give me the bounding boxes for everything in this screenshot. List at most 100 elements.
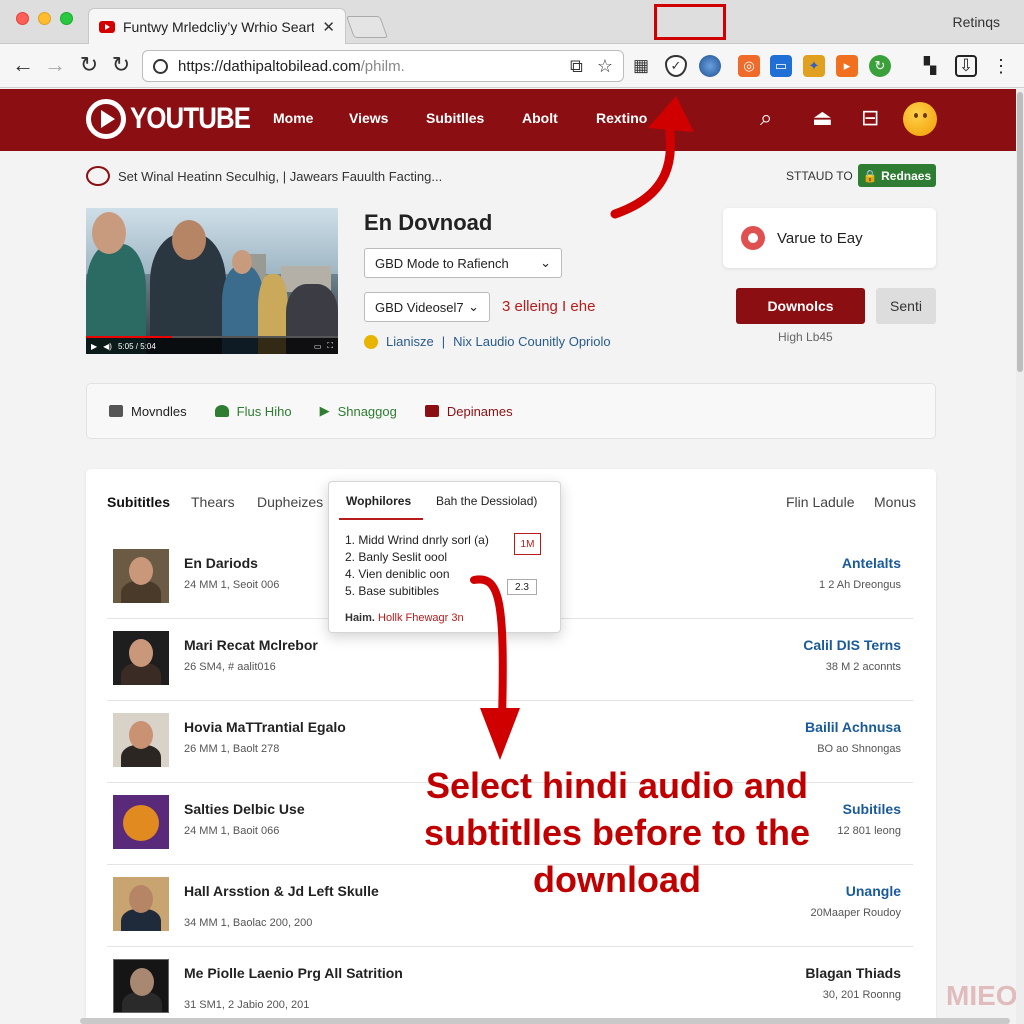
site-logo[interactable]: YOUTUBE	[86, 99, 270, 139]
stand-label: STTAUD TO	[786, 169, 853, 183]
thumbnail	[113, 631, 169, 685]
new-tab-button[interactable]	[345, 16, 389, 38]
tab-monus[interactable]: Monus	[874, 494, 916, 510]
popup-chip[interactable]: 2.3	[507, 579, 537, 595]
bookmark-star-icon[interactable]: ☆	[597, 56, 613, 77]
tag-icon	[424, 405, 439, 417]
nav-item-subtitles[interactable]: Subitlles	[426, 110, 484, 126]
forward-button[interactable]: →	[42, 52, 68, 78]
chat-extension-icon[interactable]: ▸	[836, 55, 858, 77]
volume-icon[interactable]: ◀)	[103, 342, 112, 351]
value-card[interactable]: Varue to Eay	[723, 208, 936, 268]
nav-item-views[interactable]: Views	[349, 110, 388, 126]
popup-tab-underline	[339, 518, 423, 520]
fullscreen-icon[interactable]: ⛶	[327, 341, 333, 351]
popup-item[interactable]: 2. Banly Seslit oool	[345, 550, 447, 564]
status-badge[interactable]: 🔒 Rednaes	[858, 164, 936, 187]
puzzle-icon[interactable]: ▚	[919, 55, 941, 77]
browser-titlebar: Funtwy Mrledcliy’y Wrhio Seart ✕ Retinqs	[0, 0, 1024, 44]
nav-item-rextino[interactable]: Rextino	[596, 110, 647, 126]
chevron-down-icon: ⌄	[468, 299, 479, 314]
menu-icon[interactable]: ⋮	[990, 55, 1012, 77]
tab-flin-ladule[interactable]: Flin Ladule	[786, 494, 855, 510]
annotation-text: Select hindi audio and subtitlles before…	[423, 765, 811, 900]
globe-extension-icon[interactable]	[699, 55, 721, 77]
nav-item-home[interactable]: Mome	[273, 110, 313, 126]
site-header: YOUTUBE Mome Views Subitlles Abolt Rexti…	[0, 89, 1016, 151]
popup-chip[interactable]: 1M	[514, 533, 541, 555]
subtitle-popup: Wophilores Bah the Dessiolad) 1. Midd Wr…	[328, 481, 561, 633]
mode-select[interactable]: GBD Mode to Rafiench ⌄	[364, 248, 562, 278]
thumbnail	[113, 877, 169, 931]
tab-thears[interactable]: Thears	[191, 494, 235, 510]
site-info-icon[interactable]	[153, 58, 168, 74]
download-title: En Dovnoad	[364, 210, 493, 235]
red-note: 3 elleing I ehe	[502, 298, 596, 315]
bag-icon	[109, 405, 123, 417]
watermark-logo: MIEO	[946, 980, 1018, 1011]
reload-alt-button[interactable]: ↻	[108, 52, 134, 78]
chevron-down-icon: ⌄	[540, 255, 551, 270]
option-plus[interactable]: Flus Hiho	[214, 404, 292, 419]
popup-item[interactable]: 1. Midd Wrind dnrly sorl (a)	[345, 533, 489, 547]
tab-title: Funtwy Mrledcliy’y Wrhio Seart	[123, 18, 315, 35]
horizontal-scrollbar[interactable]	[80, 1018, 1010, 1024]
close-window-button[interactable]	[16, 12, 29, 25]
coin-icon	[364, 334, 378, 349]
green-extension-icon[interactable]: ↻	[869, 55, 891, 77]
option-shopping[interactable]: ▶ Shnaggog	[320, 403, 397, 419]
browser-tab[interactable]: Funtwy Mrledcliy’y Wrhio Seart ✕	[88, 8, 346, 44]
scrollbar-thumb[interactable]	[1017, 92, 1023, 372]
popup-footer: Haim. Hollk Fhewagr 3n	[345, 612, 464, 624]
thumbnail	[113, 713, 169, 767]
popup-tab-active[interactable]: Wophilores	[346, 494, 411, 508]
reload-button[interactable]: ↻	[76, 52, 102, 78]
mini-logo-icon	[86, 166, 110, 186]
tab-close-icon[interactable]: ✕	[322, 18, 335, 36]
options-bar: Movndles Flus Hiho ▶ Shnaggog Depinames	[86, 383, 936, 439]
avatar[interactable]	[903, 102, 937, 136]
popup-tab-other[interactable]: Bah the Dessiolad)	[436, 494, 537, 508]
extension-highlight-box	[654, 4, 726, 40]
video-player[interactable]: ▶ ◀) 5:05 / 5:04 ▭ ⛶	[86, 208, 338, 354]
tagline: Set Winal Heatinn Seculhig, | Jawears Fa…	[86, 166, 442, 186]
bag-icon[interactable]: ⊟	[861, 105, 879, 131]
tab-subtitles[interactable]: Subititles	[107, 494, 170, 510]
youtube-favicon-icon	[99, 20, 115, 33]
grid-extension-icon[interactable]: ▦	[630, 55, 652, 77]
notifications-icon[interactable]: ⏏	[812, 105, 833, 131]
address-bar[interactable]: https://dathipaltobilead.com/philm. ⧉ ☆	[142, 50, 624, 82]
send-button[interactable]: Senti	[876, 288, 936, 324]
thumbnail	[113, 795, 169, 849]
puzzle-extension-icon[interactable]: ✦	[803, 55, 825, 77]
video-time: 5:05 / 5:04	[117, 341, 156, 351]
quality-label: High Lb45	[778, 330, 833, 344]
record-icon	[741, 226, 765, 250]
download-button[interactable]: Downolcs	[736, 288, 865, 324]
download-extension-icon[interactable]: ⇩	[955, 55, 977, 77]
browser-toolbar: ← → ↻ ↻ https://dathipaltobilead.com/phi…	[0, 44, 1024, 88]
play-icon[interactable]: ▶	[91, 342, 97, 351]
tab-dupheizes[interactable]: Dupheizes	[257, 494, 323, 510]
search-icon[interactable]: ⌕	[760, 105, 772, 131]
list-item[interactable]: Me Piolle Laenio Prg All Satrition 31 SM…	[107, 947, 913, 1024]
video-controls: ▶ ◀) 5:05 / 5:04 ▭ ⛶	[86, 338, 338, 354]
nav-item-about[interactable]: Abolt	[522, 110, 558, 126]
share-icon[interactable]: ⧉	[570, 56, 583, 77]
popup-item[interactable]: 5. Base subitibles	[345, 584, 439, 598]
captions-icon[interactable]: ▭	[314, 342, 322, 351]
shield-extension-icon[interactable]: ✓	[665, 55, 687, 77]
maximize-window-button[interactable]	[60, 12, 73, 25]
minimize-window-button[interactable]	[38, 12, 51, 25]
back-button[interactable]: ←	[10, 52, 36, 78]
briefcase-extension-icon[interactable]: ▭	[770, 55, 792, 77]
option-bundles[interactable]: Movndles	[109, 404, 187, 419]
popup-item[interactable]: 4. Vien deniblic oon	[345, 567, 450, 581]
thumbnail	[113, 959, 169, 1013]
option-depinames[interactable]: Depinames	[424, 404, 513, 419]
language-line[interactable]: Lianisze | Nix Laudio Counitly Opriolo	[364, 334, 611, 349]
url-text: https://dathipaltobilead.com/philm.	[178, 57, 405, 75]
video-select[interactable]: GBD Videosel7 ⌄	[364, 292, 490, 322]
orange-extension-icon[interactable]: ◎	[738, 55, 760, 77]
user-icon	[214, 405, 229, 417]
